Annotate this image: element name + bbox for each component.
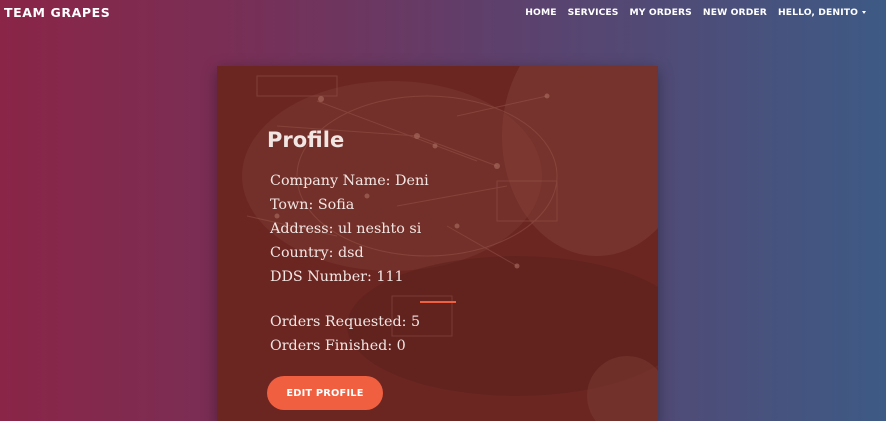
orders-requested-field: Orders Requested: 5 bbox=[270, 314, 421, 330]
nav-link-home[interactable]: HOME bbox=[525, 7, 556, 18]
user-menu-dropdown[interactable]: HELLO, DENITO bbox=[778, 7, 866, 18]
section-divider bbox=[420, 301, 456, 303]
profile-details: Profile Company Name: Deni Town: Sofia A… bbox=[217, 66, 658, 421]
top-navbar: TEAM GRAPES HOME SERVICES MY ORDERS NEW … bbox=[0, 0, 886, 24]
user-menu-label: HELLO, DENITO bbox=[777, 6, 858, 18]
dds-number-field: DDS Number: 111 bbox=[270, 269, 404, 285]
nav-link-new-order[interactable]: NEW ORDER bbox=[703, 7, 767, 18]
edit-profile-button[interactable]: EDIT PROFILE bbox=[267, 376, 383, 410]
nav-link-my-orders[interactable]: MY ORDERS bbox=[630, 7, 692, 18]
town-field: Town: Sofia bbox=[270, 197, 355, 213]
company-name-field: Company Name: Deni bbox=[270, 173, 429, 189]
orders-finished-field: Orders Finished: 0 bbox=[270, 338, 406, 354]
country-field: Country: dsd bbox=[270, 245, 364, 261]
caret-down-icon bbox=[862, 10, 866, 14]
profile-card: Profile Company Name: Deni Town: Sofia A… bbox=[217, 66, 658, 421]
nav-link-services[interactable]: SERVICES bbox=[568, 7, 619, 18]
address-field: Address: ul neshto si bbox=[270, 221, 422, 237]
profile-title: Profile bbox=[267, 128, 345, 152]
brand-logo[interactable]: TEAM GRAPES bbox=[4, 5, 110, 20]
nav-links: HOME SERVICES MY ORDERS NEW ORDER HELLO,… bbox=[525, 7, 866, 18]
